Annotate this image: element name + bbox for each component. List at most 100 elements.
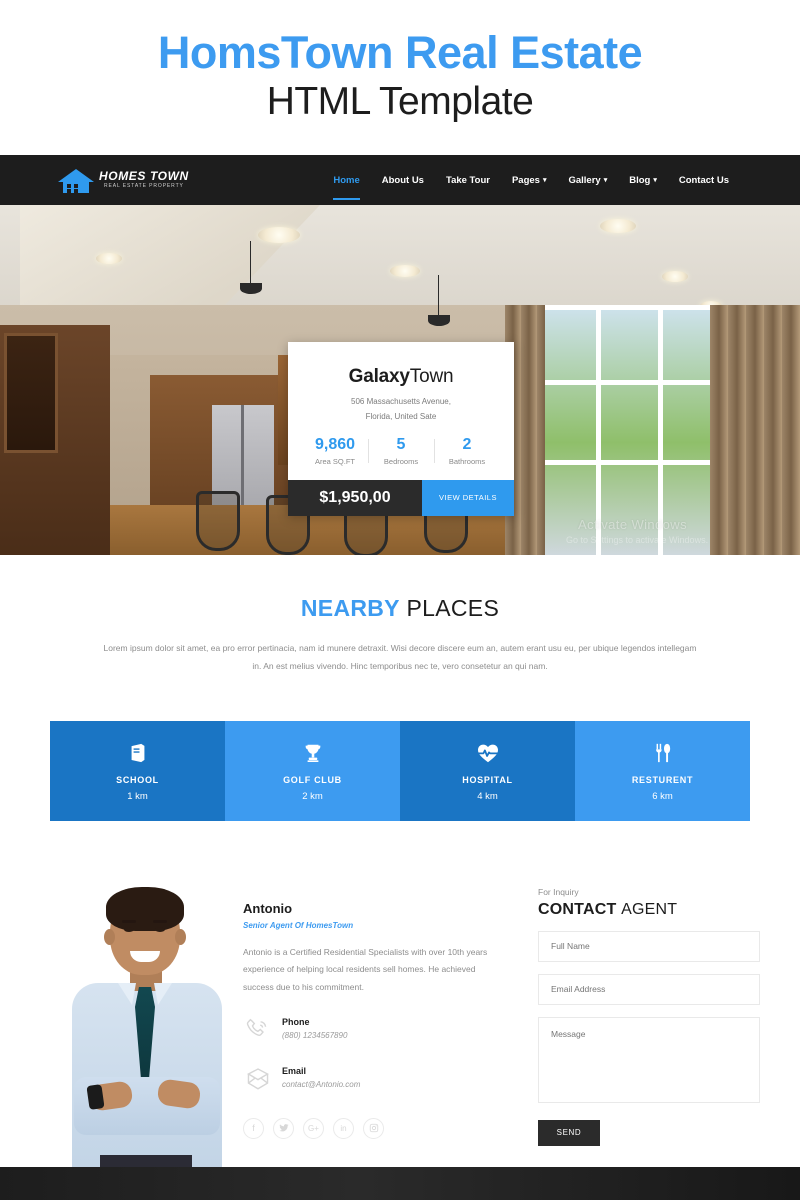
property-footer: $1,950,00 VIEW DETAILS <box>288 479 514 516</box>
message-textarea[interactable] <box>538 1016 760 1103</box>
nav-menu: Home About Us Take Tour Pages ▾ Gallery ▾ … <box>322 174 740 200</box>
send-button[interactable]: SEND <box>538 1119 600 1146</box>
nearby-card-distance: 6 km <box>652 790 673 802</box>
nearby-places-section: NEARBY PLACES Lorem ipsum dolor sit amet… <box>0 555 800 821</box>
nearby-card-golf-club[interactable]: GOLF CLUB 2 km <box>225 720 400 821</box>
site-logo[interactable]: HOMES TOWN REAL ESTATE PROPERTY <box>58 167 189 193</box>
nearby-card-distance: 2 km <box>302 790 323 802</box>
email-icon <box>243 1064 273 1094</box>
nav-label: Home <box>333 174 360 186</box>
nav-item-pages[interactable]: Pages ▾ <box>501 175 558 186</box>
email-label: Email <box>282 1065 307 1076</box>
form-eyebrow: For Inquiry <box>538 886 579 897</box>
stat-value: 9,860 <box>314 435 356 453</box>
stat-bathrooms: 2 Bathrooms <box>434 436 500 466</box>
nav-label: Take Tour <box>445 174 490 186</box>
property-address-line2: Florida, United Sate <box>365 411 437 421</box>
property-price: $1,950,00 <box>288 479 422 516</box>
linkedin-icon[interactable]: in <box>333 1117 354 1139</box>
page-root: HomsTown Real Estate HTML Template HOMES… <box>0 0 800 1200</box>
agent-info: Antonio Senior Agent Of HomesTown Antoni… <box>243 901 508 1139</box>
email-value: contact@Antonio.com <box>282 1079 361 1089</box>
nearby-card-resturent[interactable]: RESTURENT 6 km <box>575 720 750 821</box>
agent-section: Antonio Senior Agent Of HomesTown Antoni… <box>0 886 800 1187</box>
logo-tagline: REAL ESTATE PROPERTY <box>104 182 184 189</box>
property-stats: 9,860 Area SQ.FT 5 Bedrooms 2 Bathrooms <box>302 436 500 466</box>
windows-watermark-subtitle: Go to Settings to activate Windows. <box>566 535 709 545</box>
book-icon <box>127 740 149 766</box>
email-address-input[interactable] <box>538 973 760 1005</box>
property-title-light: Town <box>409 366 454 387</box>
nearby-card-name: HOSPITAL <box>462 774 513 785</box>
nav-item-about-us[interactable]: About Us <box>371 175 435 186</box>
property-title: GalaxyTown <box>302 366 500 388</box>
agent-phone-row: Phone (880) 1234567890 <box>243 1015 508 1045</box>
view-details-button[interactable]: VIEW DETAILS <box>422 479 514 516</box>
full-name-input[interactable] <box>538 930 760 962</box>
section-title-light: PLACES <box>406 595 500 621</box>
promo-title: HomsTown Real Estate <box>157 27 643 79</box>
instagram-icon[interactable] <box>363 1117 384 1139</box>
phone-value: (880) 1234567890 <box>282 1030 348 1040</box>
property-address-line1: 506 Massachusetts Avenue, <box>351 397 451 406</box>
promo-subtitle: HTML Template <box>266 79 534 123</box>
chevron-down-icon: ▾ <box>653 176 657 184</box>
trophy-icon <box>302 740 324 766</box>
nearby-card-hospital[interactable]: HOSPITAL 4 km <box>400 720 575 821</box>
section-description: Lorem ipsum dolor sit amet, ea pro error… <box>103 643 697 671</box>
logo-name: HOMES TOWN <box>99 169 189 184</box>
cutlery-icon <box>652 740 674 766</box>
nav-label: About Us <box>381 174 424 186</box>
contact-form: For Inquiry CONTACT AGENT SEND <box>538 887 760 1146</box>
footer-band <box>0 1167 800 1200</box>
heartbeat-icon <box>476 740 500 766</box>
agent-bio: Antonio is a Certified Residential Speci… <box>243 946 488 992</box>
twitter-icon[interactable] <box>273 1117 294 1139</box>
stat-label: Area SQ.FT <box>314 456 355 466</box>
stat-area: 9,860 Area SQ.FT <box>302 436 368 466</box>
nearby-card-distance: 4 km <box>477 790 498 802</box>
property-title-bold: Galaxy <box>348 366 410 387</box>
nav-label: Contact Us <box>678 174 729 186</box>
windows-watermark-title: Activate Windows <box>578 517 687 532</box>
social-links: f G+ in <box>243 1117 508 1139</box>
nearby-card-name: RESTURENT <box>631 774 694 785</box>
nav-item-contact-us[interactable]: Contact Us <box>668 175 740 186</box>
phone-icon <box>243 1015 273 1045</box>
stat-value: 5 <box>396 435 406 453</box>
agent-photo <box>62 886 232 1173</box>
section-title-bold: NEARBY <box>300 595 400 621</box>
main-navbar: HOMES TOWN REAL ESTATE PROPERTY Home Abo… <box>0 155 800 205</box>
nearby-card-name: GOLF CLUB <box>283 774 342 785</box>
stat-bedrooms: 5 Bedrooms <box>368 436 434 466</box>
nearby-card-name: SCHOOL <box>116 774 159 785</box>
nearby-card-school[interactable]: SCHOOL 1 km <box>50 720 225 821</box>
facebook-icon[interactable]: f <box>243 1117 264 1139</box>
nearby-card-distance: 1 km <box>127 790 148 802</box>
nav-item-gallery[interactable]: Gallery ▾ <box>557 175 618 186</box>
chevron-down-icon: ▾ <box>542 176 547 184</box>
form-title: CONTACT AGENT <box>538 901 760 919</box>
nav-item-blog[interactable]: Blog ▾ <box>618 175 668 186</box>
property-card: GalaxyTown 506 Massachusetts Avenue, Flo… <box>288 342 514 516</box>
section-title: NEARBY PLACES <box>0 595 800 622</box>
chevron-down-icon: ▾ <box>603 176 608 184</box>
property-address: 506 Massachusetts Avenue, Florida, Unite… <box>302 395 500 425</box>
nav-label: Pages <box>511 174 540 186</box>
form-title-light: AGENT <box>621 900 678 918</box>
stat-label: Bedrooms <box>383 456 419 466</box>
form-title-bold: CONTACT <box>538 900 617 918</box>
agent-role: Senior Agent Of HomesTown <box>243 920 354 930</box>
agent-email-row: Email contact@Antonio.com <box>243 1064 508 1094</box>
nav-label: Gallery <box>568 174 601 186</box>
phone-label: Phone <box>282 1016 310 1027</box>
nav-label: Blog <box>629 174 651 186</box>
stat-label: Bathrooms <box>448 456 486 466</box>
house-logo-icon <box>58 167 94 193</box>
nav-item-home[interactable]: Home <box>322 174 370 200</box>
agent-name: Antonio <box>243 900 293 916</box>
nav-item-take-tour[interactable]: Take Tour <box>435 175 501 186</box>
stat-value: 2 <box>462 435 472 453</box>
google-plus-icon[interactable]: G+ <box>303 1117 324 1139</box>
nearby-cards: SCHOOL 1 km GOLF CLUB 2 km HOSPITAL 4 km <box>50 720 750 821</box>
